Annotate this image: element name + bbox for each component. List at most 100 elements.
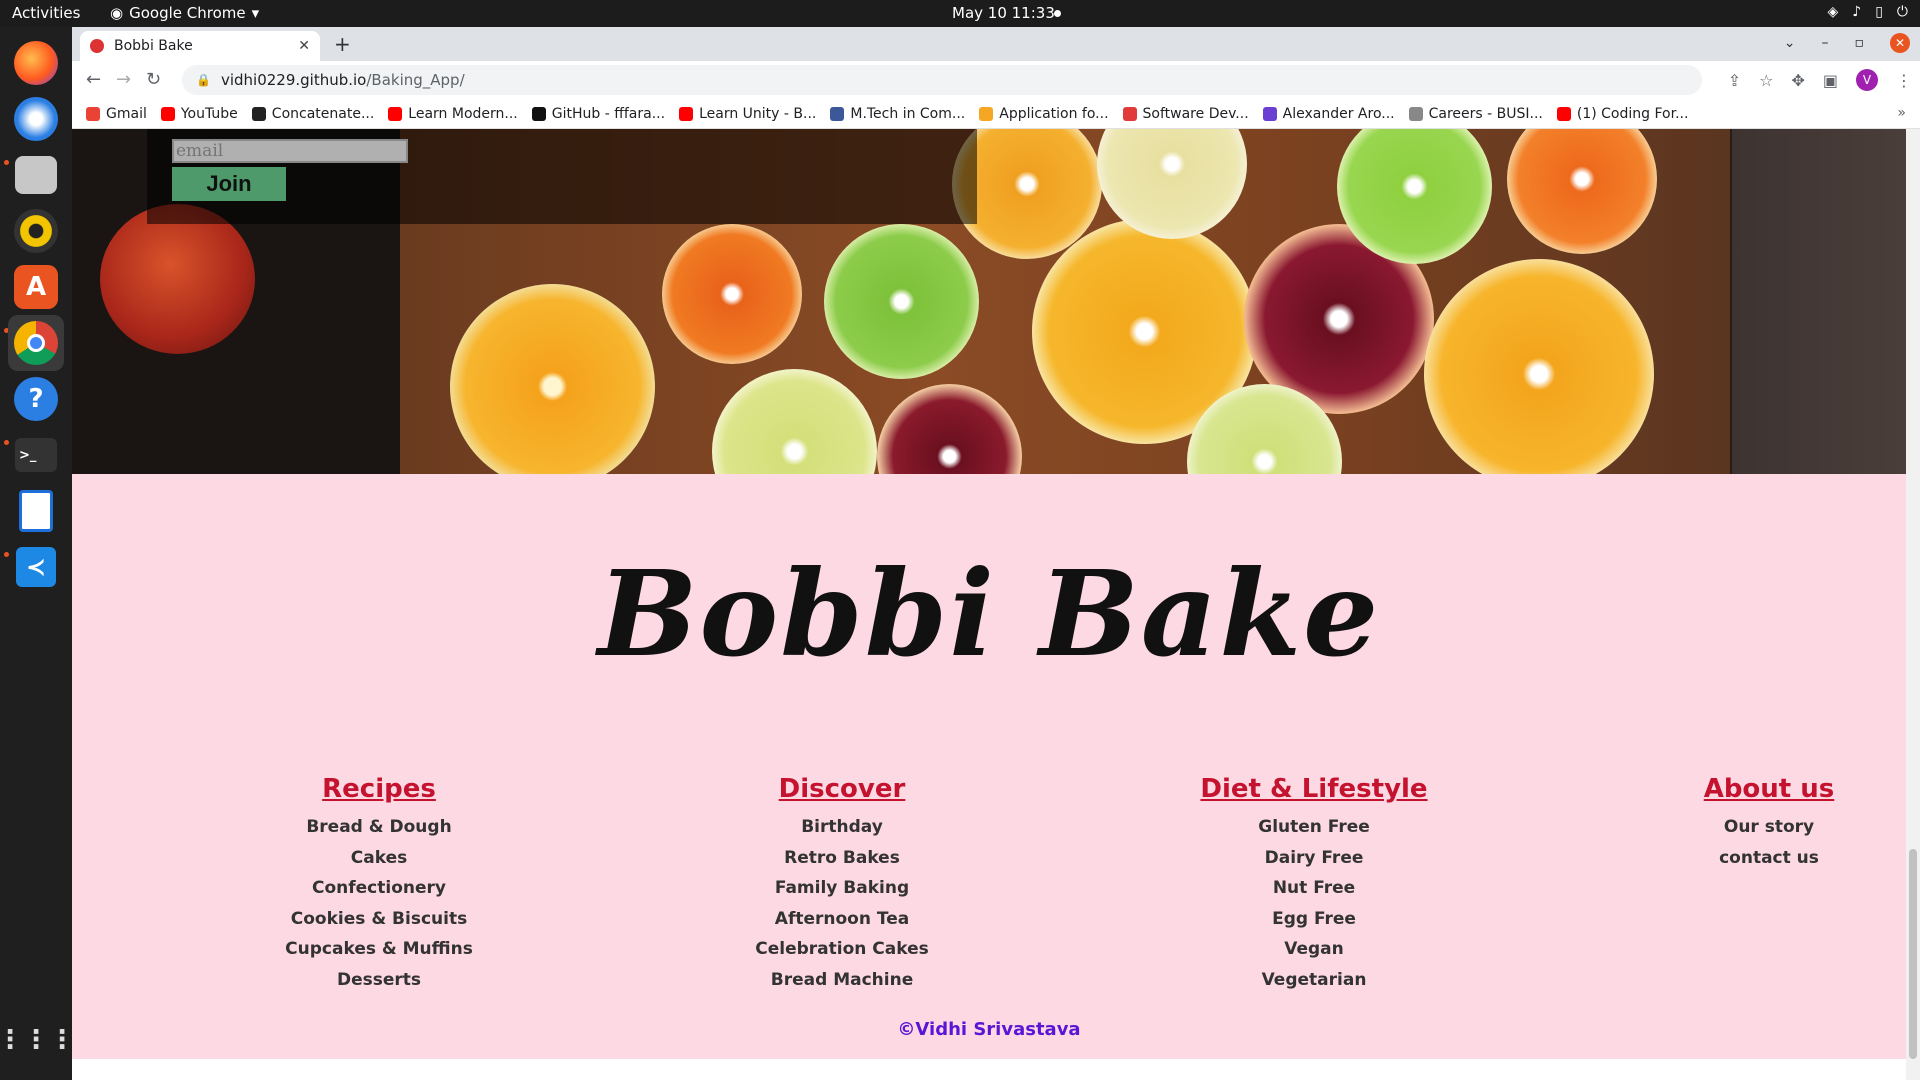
app-menu-label: Google Chrome: [129, 4, 246, 22]
bookmark-item[interactable]: Concatenate...: [251, 106, 374, 122]
bookmark-favicon-icon: [388, 106, 403, 121]
app-menu[interactable]: ◉ Google Chrome ▾: [110, 4, 259, 22]
column-heading[interactable]: Diet & Lifestyle: [1154, 774, 1474, 804]
scrollbar-thumb[interactable]: [1909, 849, 1917, 1059]
extensions-icon[interactable]: ✥: [1791, 71, 1804, 90]
side-panel-icon[interactable]: ▣: [1823, 71, 1838, 90]
page-scrollbar[interactable]: [1906, 129, 1920, 1080]
system-tray[interactable]: ◈ ♪ ▯ ⏻: [1827, 4, 1908, 20]
bookmark-star-icon[interactable]: ☆: [1759, 71, 1773, 90]
maximize-button[interactable]: ▫: [1855, 35, 1865, 51]
close-tab-icon[interactable]: ✕: [298, 38, 310, 54]
dock-software[interactable]: A: [8, 259, 64, 315]
firefox-icon: [14, 41, 58, 85]
footer-link[interactable]: Vegetarian: [1154, 965, 1474, 996]
vscode-icon: ≺: [16, 547, 56, 587]
profile-avatar[interactable]: V: [1856, 69, 1878, 91]
menu-kebab-icon[interactable]: ⋮: [1896, 71, 1912, 90]
footer-link[interactable]: Celebration Cakes: [682, 934, 1002, 965]
reload-button[interactable]: ↻: [146, 69, 161, 90]
footer-link[interactable]: Afternoon Tea: [682, 904, 1002, 935]
footer-link[interactable]: Cupcakes & Muffins: [219, 934, 539, 965]
footer-column-recipes: Recipes Bread & Dough Cakes Confectioner…: [219, 774, 539, 995]
email-field[interactable]: [172, 139, 408, 163]
footer-link[interactable]: Gluten Free: [1154, 812, 1474, 843]
bookmark-favicon-icon: [531, 106, 546, 121]
clock[interactable]: May 10 11:33: [952, 4, 1055, 22]
footer-link[interactable]: Cakes: [219, 843, 539, 874]
footer-link[interactable]: Cookies & Biscuits: [219, 904, 539, 935]
column-heading[interactable]: Recipes: [219, 774, 539, 804]
footer-column-about: About us Our story contact us: [1609, 774, 1906, 873]
cake-favicon-icon: [90, 39, 104, 53]
footer-link[interactable]: Egg Free: [1154, 904, 1474, 935]
footer-link[interactable]: Bread Machine: [682, 965, 1002, 996]
wifi-icon: ◈: [1827, 4, 1839, 20]
dock-firefox[interactable]: [8, 35, 64, 91]
footer-link[interactable]: Desserts: [219, 965, 539, 996]
bookmark-item[interactable]: Learn Modern...: [388, 105, 518, 122]
bookmark-item[interactable]: YouTube: [160, 106, 238, 122]
footer-link[interactable]: Our story: [1609, 812, 1906, 843]
activities-button[interactable]: Activities: [12, 4, 80, 22]
bookmark-item[interactable]: GitHub - fffara...: [531, 106, 665, 122]
minimize-button[interactable]: –: [1822, 35, 1829, 51]
close-window-button[interactable]: ✕: [1890, 33, 1910, 53]
address-bar[interactable]: 🔒 vidhi0229.github.io/Baking_App/: [182, 65, 1702, 95]
url-host: vidhi0229.github.io: [220, 71, 367, 89]
dock-writer[interactable]: [8, 483, 64, 539]
tab-strip: Bobbi Bake ✕ + ⌄ – ▫ ✕: [72, 27, 1920, 61]
back-button[interactable]: ←: [86, 69, 101, 90]
bookmark-item[interactable]: Software Dev...: [1122, 106, 1249, 122]
dock-rhythmbox[interactable]: [8, 203, 64, 259]
dock-terminal[interactable]: >_: [8, 427, 64, 483]
bookmark-favicon-icon: [251, 106, 266, 121]
dock-vscode[interactable]: ≺: [8, 539, 64, 595]
share-icon[interactable]: ⇪: [1728, 71, 1741, 90]
bookmark-item[interactable]: Application fo...: [979, 106, 1109, 122]
footer-link[interactable]: Family Baking: [682, 873, 1002, 904]
more-bookmarks-icon[interactable]: »: [1897, 105, 1906, 121]
bookmark-label: (1) Coding For...: [1576, 105, 1689, 122]
show-apps-button[interactable]: ⋮⋮⋮: [0, 1012, 75, 1068]
dock-files[interactable]: [8, 147, 64, 203]
tab-bobbi-bake[interactable]: Bobbi Bake ✕: [80, 31, 320, 61]
join-button[interactable]: Join: [172, 167, 286, 201]
bookmark-item[interactable]: (1) Coding For...: [1556, 105, 1689, 122]
bookmark-item[interactable]: M.Tech in Com...: [830, 106, 965, 122]
bookmark-item[interactable]: Careers - BUSI...: [1408, 105, 1543, 122]
bookmark-item[interactable]: Alexander Aro...: [1262, 106, 1395, 122]
dock: A ? >_ ≺ ⋮⋮⋮: [0, 27, 75, 1080]
bookmark-favicon-icon: [160, 106, 175, 121]
lock-icon[interactable]: 🔒: [196, 73, 211, 87]
page-bottom-gap: [72, 1059, 1906, 1080]
orange-slice: [1424, 259, 1654, 474]
dock-chrome[interactable]: [8, 315, 64, 371]
column-heading[interactable]: About us: [1609, 774, 1906, 804]
tab-search-icon[interactable]: ⌄: [1784, 35, 1796, 51]
bookmark-item[interactable]: Gmail: [86, 106, 147, 122]
system-top-bar: Activities ◉ Google Chrome ▾ May 10 11:3…: [0, 0, 1920, 27]
page-viewport: Join Bobbi Bake Recipes Bread & Dough Ca…: [72, 129, 1906, 1080]
footer-link[interactable]: Bread & Dough: [219, 812, 539, 843]
volume-icon: ♪: [1852, 4, 1862, 20]
footer-link[interactable]: Birthday: [682, 812, 1002, 843]
new-tab-button[interactable]: +: [334, 32, 351, 56]
footer-link[interactable]: Retro Bakes: [682, 843, 1002, 874]
dock-help[interactable]: ?: [8, 371, 64, 427]
footer-link[interactable]: Vegan: [1154, 934, 1474, 965]
footer-link[interactable]: Confectionery: [219, 873, 539, 904]
footer-link[interactable]: Nut Free: [1154, 873, 1474, 904]
footer-link[interactable]: contact us: [1609, 843, 1906, 874]
column-heading[interactable]: Discover: [682, 774, 1002, 804]
bookmark-label: Careers - BUSI...: [1428, 105, 1543, 122]
app-grid-icon: ⋮⋮⋮: [0, 1025, 75, 1055]
bookmark-item[interactable]: Learn Unity - B...: [679, 106, 816, 122]
bookmark-favicon-icon: [679, 106, 694, 121]
forward-button[interactable]: →: [116, 69, 131, 90]
hero-citrus-image: Join: [72, 129, 1906, 474]
orange-slice: [662, 224, 802, 364]
bookmark-label: Learn Modern...: [408, 105, 518, 122]
footer-link[interactable]: Dairy Free: [1154, 843, 1474, 874]
dock-thunderbird[interactable]: [8, 91, 64, 147]
